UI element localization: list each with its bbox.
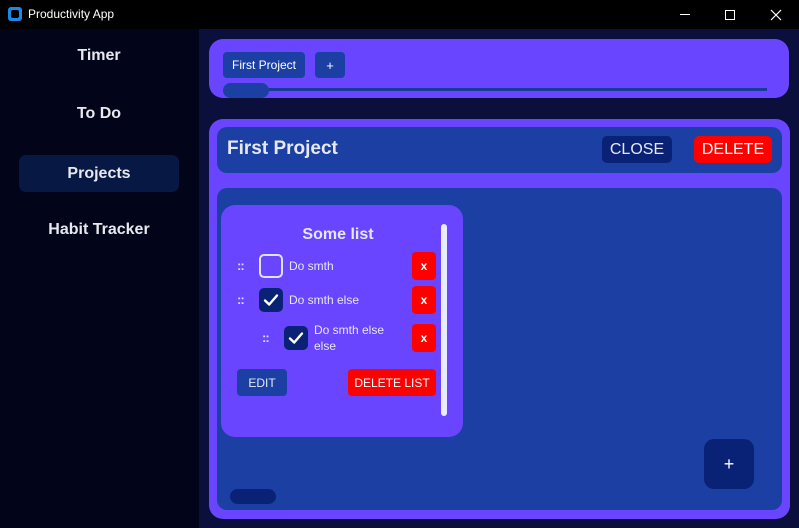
drag-handle-icon[interactable]: :: bbox=[262, 330, 270, 345]
sidebar-item-label: Timer bbox=[77, 46, 121, 64]
add-project-button[interactable]: + bbox=[315, 52, 345, 78]
checkmark-icon bbox=[263, 294, 279, 306]
list-title: Some list bbox=[302, 226, 374, 243]
edit-list-button[interactable]: EDIT bbox=[237, 369, 287, 396]
project-panel: First Project CLOSE DELETE Some list :: … bbox=[209, 119, 790, 519]
list-scrollbar[interactable] bbox=[441, 224, 447, 416]
item-text: Do smth else bbox=[289, 293, 360, 307]
lists-scrollbar-thumb[interactable] bbox=[230, 489, 276, 504]
sidebar-item-habit-tracker[interactable]: Habit Tracker bbox=[19, 211, 179, 248]
close-project-button[interactable]: CLOSE bbox=[602, 136, 672, 163]
list-card: Some list :: Do smth x :: Do smth else x… bbox=[221, 205, 463, 437]
close-icon bbox=[770, 9, 782, 20]
item-text: Do smth bbox=[289, 259, 334, 273]
remove-item-button[interactable]: x bbox=[412, 252, 436, 280]
delete-project-button[interactable]: DELETE bbox=[694, 136, 772, 163]
main-content: First Project + First Project CLOSE DELE… bbox=[199, 29, 799, 528]
sidebar-item-label: Habit Tracker bbox=[48, 220, 150, 238]
minimize-icon bbox=[680, 14, 690, 15]
remove-item-button[interactable]: x bbox=[412, 324, 436, 352]
add-list-button[interactable]: + bbox=[704, 439, 754, 489]
drag-handle-icon[interactable]: :: bbox=[237, 292, 245, 307]
window-title: Productivity App bbox=[28, 7, 115, 21]
drag-handle-icon[interactable]: :: bbox=[237, 258, 245, 273]
sidebar-item-todo[interactable]: To Do bbox=[19, 95, 179, 132]
checkmark-icon bbox=[288, 332, 304, 344]
sidebar-item-projects[interactable]: Projects bbox=[19, 155, 179, 192]
tab-first-project[interactable]: First Project bbox=[223, 52, 305, 78]
maximize-button[interactable] bbox=[707, 0, 753, 29]
minimize-button[interactable] bbox=[662, 0, 708, 29]
tabs-scrollbar-track[interactable] bbox=[225, 88, 767, 91]
delete-list-button[interactable]: DELETE LIST bbox=[348, 369, 436, 396]
sidebar-item-timer[interactable]: Timer bbox=[19, 37, 179, 74]
maximize-icon bbox=[725, 9, 735, 20]
sidebar-item-label: To Do bbox=[76, 104, 122, 122]
remove-item-button[interactable]: x bbox=[412, 286, 436, 314]
item-checkbox[interactable] bbox=[284, 326, 308, 350]
project-tabs-panel: First Project + bbox=[209, 39, 789, 98]
sidebar-item-label: Projects bbox=[67, 164, 131, 182]
item-checkbox[interactable] bbox=[259, 254, 283, 278]
tabs-scrollbar-thumb[interactable] bbox=[223, 83, 269, 98]
project-header: First Project CLOSE DELETE bbox=[217, 127, 782, 173]
item-checkbox[interactable] bbox=[259, 288, 283, 312]
project-lists-area: Some list :: Do smth x :: Do smth else x… bbox=[217, 188, 782, 510]
project-title: First Project bbox=[227, 138, 338, 159]
app-icon bbox=[8, 7, 22, 21]
sidebar: Timer To Do Projects Habit Tracker bbox=[0, 29, 199, 528]
close-window-button[interactable] bbox=[753, 0, 799, 29]
item-text: Do smth else else bbox=[314, 323, 385, 353]
title-bar: Productivity App bbox=[0, 0, 799, 29]
